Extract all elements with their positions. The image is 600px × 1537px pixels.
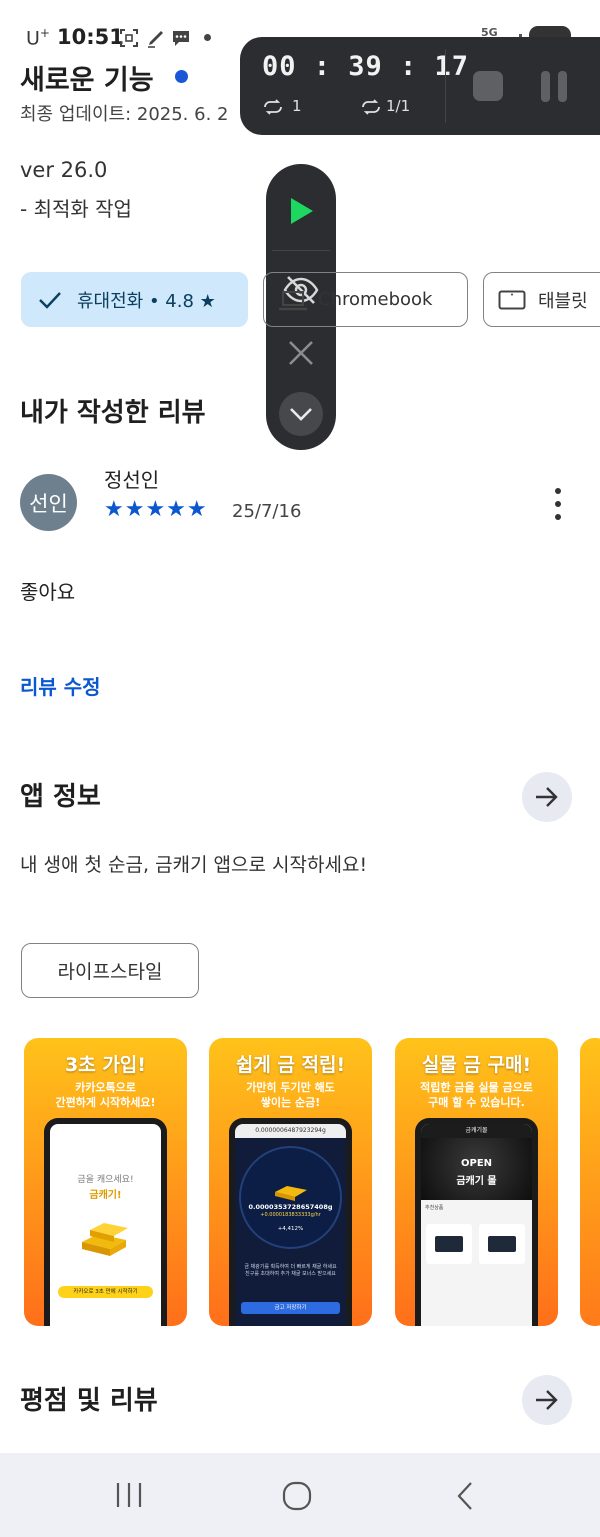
mock-banner-line1: OPEN (460, 1158, 493, 1169)
mock-kakao-button: 카카오로 3초 만에 시작하기 (58, 1286, 153, 1298)
gold-bars-icon (76, 1212, 136, 1266)
pen-icon (145, 27, 167, 49)
mock-brand: 금캐기! (89, 1190, 122, 1201)
loop-progress: 1/1 (386, 97, 411, 115)
reviewer-name: 정선인 (104, 468, 160, 492)
tablet-icon (498, 290, 526, 315)
carrier-label: U+ (26, 26, 50, 50)
whats-new-title: 새로운 기능 (20, 65, 154, 96)
system-nav-bar (0, 1453, 600, 1537)
mock-banner (421, 1138, 532, 1200)
mock-amount: 0.0000353728657408g (248, 1203, 333, 1211)
mock-banner-line2: 금캐기 몰 (456, 1176, 497, 1187)
chip-phone[interactable]: 휴대전화 • 4.8 ★ (21, 272, 248, 327)
chevron-down-icon[interactable] (279, 392, 323, 436)
review-text: 좋아요 (20, 580, 76, 604)
chip-chromebook-label: Chromebook (318, 289, 433, 310)
screenshot-icon (118, 27, 140, 49)
more-options-icon[interactable] (548, 488, 568, 520)
gold-bars-icon (271, 1176, 311, 1206)
avatar: 선인 (20, 474, 77, 531)
star-rating: ★★★★★ (104, 497, 208, 522)
mock-rate: +0.0000183833333g/hr (260, 1212, 321, 1218)
edit-review-link[interactable]: 리뷰 수정 (20, 671, 101, 700)
mock-change: +4,412% (277, 1226, 304, 1232)
ratings-heading: 평점 및 리뷰 (20, 1386, 158, 1416)
screenshot-card-partial[interactable] (580, 1038, 600, 1326)
mock-header: 금캐기몰 (421, 1124, 532, 1138)
phone-mockup: 0.0000006487923294g 0.0000353728657408g … (229, 1118, 352, 1326)
mock-section-label: 추천상품 (425, 1205, 444, 1211)
phone-mockup: 금을 캐으세요! 금캐기! 카카오로 3초 만에 시작하기 (44, 1118, 167, 1326)
recent-apps-icon[interactable] (114, 1481, 144, 1513)
notification-dot (204, 34, 211, 41)
chip-chromebook[interactable]: Chromebook (263, 272, 468, 327)
chip-tablet-label: 태블릿 (538, 290, 588, 312)
app-info-heading: 앱 정보 (20, 782, 101, 812)
chip-tablet[interactable]: 태블릿 (483, 272, 600, 327)
recording-timer: 00 : 39 : 17 (262, 51, 470, 82)
ratings-arrow-button[interactable] (522, 1375, 572, 1425)
recorder-panel[interactable]: 00 : 39 : 17 1 1/1 (240, 37, 600, 135)
mock-product (426, 1224, 472, 1264)
screenshot-title: 실물 금 구매! (421, 1054, 532, 1076)
screenshot-subtitle: 가만히 두기만 해도 쌓이는 순금! (246, 1081, 335, 1109)
mock-text: 금을 캐으세요! (77, 1175, 134, 1185)
checkmark-icon (37, 290, 63, 310)
new-indicator-dot (175, 70, 188, 83)
screenshot-subtitle: 적립한 금을 실물 금으로 구매 할 수 있습니다. (420, 1081, 533, 1109)
app-description: 내 생애 첫 순금, 금캐기 앱으로 시작하세요! (20, 854, 368, 876)
pause-icon[interactable] (541, 71, 550, 102)
loop-count: 1 (292, 97, 302, 115)
category-tag[interactable]: 라이프스타일 (21, 943, 199, 998)
screenshot-title: 쉽게 금 적립! (235, 1054, 346, 1076)
phone-mockup: 금캐기몰 OPEN 금캐기 몰 추천상품 (415, 1118, 538, 1326)
my-review-heading: 내가 작성한 리뷰 (20, 398, 206, 428)
back-icon[interactable] (455, 1481, 475, 1515)
play-icon[interactable] (266, 176, 336, 246)
chat-icon (170, 27, 192, 49)
last-updated-text: 최종 업데이트: 2025. 6. 2 (20, 104, 229, 125)
mock-info: 금 채광기를 획득하여 더 빠르게 채굴 하세요 친구를 초대하여 추가 채굴 보… (244, 1264, 337, 1277)
arrow-right-icon (534, 786, 560, 808)
release-note: - 최적화 작업 (20, 197, 132, 221)
arrow-right-icon (534, 1389, 560, 1411)
mock-cta: 금고 저장하기 (241, 1302, 340, 1314)
close-icon[interactable] (266, 318, 336, 388)
laptop-icon (278, 289, 308, 318)
recorder-divider (445, 49, 446, 123)
screenshot-subtitle: 카카오톡으로 간편하게 시작하세요! (55, 1081, 156, 1109)
screenshot-card[interactable]: 실물 금 구매! 적립한 금을 실물 금으로 구매 할 수 있습니다. 금캐기몰 … (395, 1038, 558, 1326)
chip-phone-label: 휴대전화 • 4.8 ★ (77, 290, 216, 312)
stop-icon[interactable] (473, 71, 503, 101)
mock-topbar: 0.0000006487923294g (235, 1124, 346, 1138)
version-text: ver 26.0 (20, 158, 108, 182)
review-date: 25/7/16 (232, 501, 302, 522)
pause-icon-bar[interactable] (558, 71, 567, 102)
repeat-icon (360, 99, 382, 119)
screenshot-title: 3초 가입! (65, 1054, 146, 1076)
home-icon[interactable] (282, 1481, 312, 1515)
pill-divider (272, 250, 330, 251)
loop-icon (262, 99, 284, 119)
mock-product (479, 1224, 525, 1264)
screenshot-card[interactable]: 3초 가입! 카카오톡으로 간편하게 시작하세요! 금을 캐으세요! 금캐기! 카… (24, 1038, 187, 1326)
app-info-arrow-button[interactable] (522, 772, 572, 822)
screenshot-card[interactable]: 쉽게 금 적립! 가만히 두기만 해도 쌓이는 순금! 0.00000064879… (209, 1038, 372, 1326)
status-time: 10:51 (57, 25, 124, 49)
